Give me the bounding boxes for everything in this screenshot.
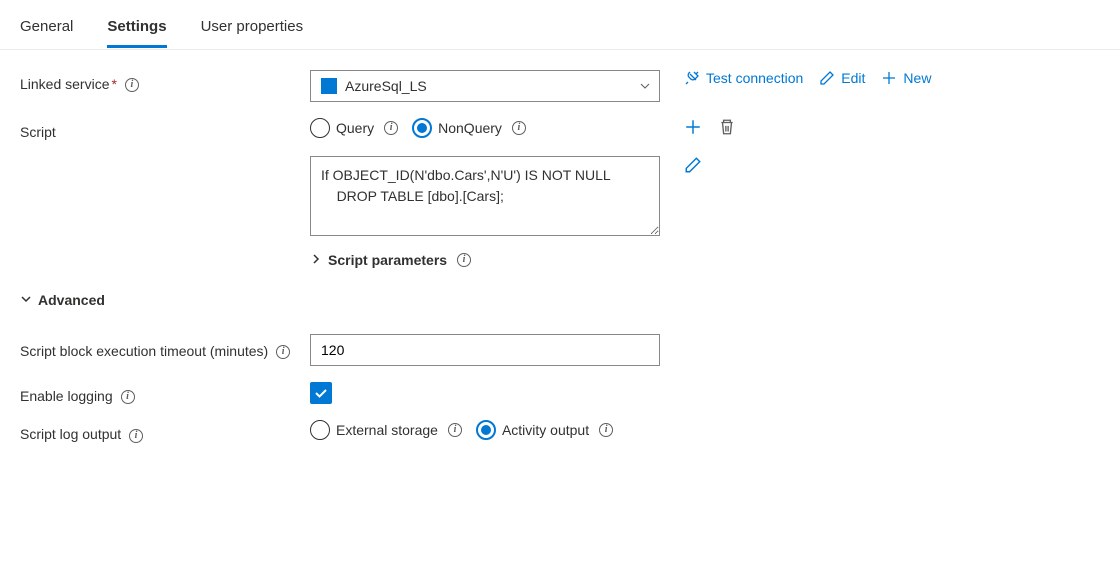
log-output-label: Script log output bbox=[20, 420, 310, 442]
info-icon bbox=[448, 423, 462, 437]
check-icon bbox=[313, 385, 329, 401]
new-button[interactable]: New bbox=[881, 70, 931, 86]
script-parameters-expander[interactable]: Script parameters bbox=[310, 248, 471, 272]
script-label: Script bbox=[20, 118, 310, 140]
log-output-activity-radio[interactable]: Activity output bbox=[476, 420, 613, 440]
enable-logging-label: Enable logging bbox=[20, 382, 310, 404]
advanced-expander[interactable]: Advanced bbox=[20, 288, 105, 312]
log-output-external-radio[interactable]: External storage bbox=[310, 420, 462, 440]
edit-script-button[interactable] bbox=[684, 156, 702, 174]
edit-button[interactable]: Edit bbox=[819, 70, 865, 86]
enable-logging-checkbox[interactable] bbox=[310, 382, 332, 404]
test-connection-button[interactable]: Test connection bbox=[684, 70, 803, 86]
info-icon bbox=[276, 345, 290, 359]
tab-general[interactable]: General bbox=[20, 18, 73, 47]
info-icon bbox=[129, 429, 143, 443]
chevron-down-icon bbox=[20, 292, 32, 308]
tab-bar: General Settings User properties bbox=[0, 0, 1120, 50]
chevron-right-icon bbox=[310, 252, 322, 268]
linked-service-label: Linked service* bbox=[20, 70, 310, 92]
delete-script-button[interactable] bbox=[718, 118, 736, 136]
info-icon bbox=[599, 423, 613, 437]
pencil-icon bbox=[819, 70, 835, 86]
linked-service-value: AzureSql_LS bbox=[345, 78, 631, 94]
script-type-query-radio[interactable]: Query bbox=[310, 118, 398, 138]
pencil-icon bbox=[684, 156, 702, 174]
plus-icon bbox=[684, 118, 702, 136]
timeout-input[interactable] bbox=[310, 334, 660, 366]
timeout-label: Script block execution timeout (minutes) bbox=[20, 334, 310, 362]
plug-icon bbox=[684, 70, 700, 86]
chevron-down-icon bbox=[639, 80, 651, 92]
tab-settings[interactable]: Settings bbox=[107, 18, 166, 47]
info-icon bbox=[384, 121, 398, 135]
add-script-button[interactable] bbox=[684, 118, 702, 136]
sql-service-icon bbox=[321, 78, 337, 94]
info-icon bbox=[512, 121, 526, 135]
script-body-input[interactable]: If OBJECT_ID(N'dbo.Cars',N'U') IS NOT NU… bbox=[310, 156, 660, 236]
plus-icon bbox=[881, 70, 897, 86]
info-icon bbox=[457, 253, 471, 267]
script-type-nonquery-radio[interactable]: NonQuery bbox=[412, 118, 526, 138]
info-icon bbox=[121, 390, 135, 404]
tab-user-properties[interactable]: User properties bbox=[201, 18, 304, 47]
info-icon bbox=[125, 78, 139, 92]
linked-service-dropdown[interactable]: AzureSql_LS bbox=[310, 70, 660, 102]
trash-icon bbox=[718, 118, 736, 136]
